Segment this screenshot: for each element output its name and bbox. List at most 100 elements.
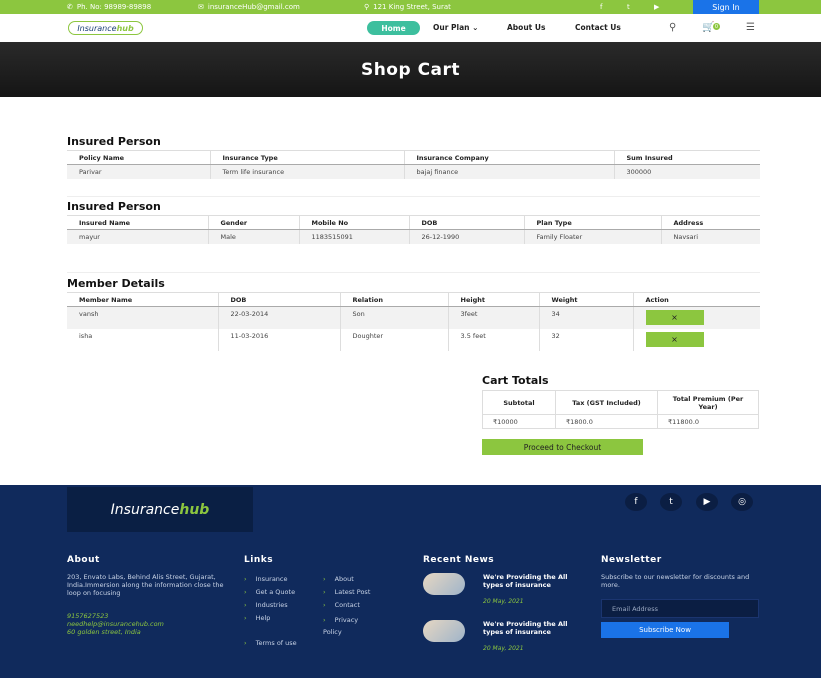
- footer-link-label: Privacy Policy: [323, 616, 359, 636]
- news-item-title[interactable]: We're Providing the All types of insuran…: [483, 573, 583, 589]
- table-header-row: Policy Name Insurance Type Insurance Com…: [67, 150, 760, 165]
- proceed-to-checkout-button[interactable]: Proceed to Checkout: [482, 439, 643, 455]
- table-row: ₹10000 ₹1800.0 ₹11800.0: [482, 414, 759, 429]
- footer-link-help[interactable]: › Help: [244, 614, 270, 622]
- subscribe-button[interactable]: Subscribe Now: [601, 622, 729, 638]
- phone-icon: ✆: [67, 3, 73, 11]
- address-info: ⚲ 121 King Street, Surat: [364, 3, 451, 11]
- arrow-icon: ›: [323, 588, 326, 596]
- nav-home[interactable]: Home: [367, 21, 420, 35]
- email-text: insuranceHub@gmail.com: [207, 3, 300, 11]
- phone-text: Ph. No: 98989-89898: [76, 3, 152, 11]
- sign-in-button[interactable]: Sign In: [693, 0, 759, 14]
- person-section-title: Insured Person: [67, 200, 161, 213]
- table-header: Weight: [539, 292, 634, 307]
- cart-totals-table: Subtotal Tax (GST Included) Total Premiu…: [482, 390, 759, 429]
- footer-link-contact[interactable]: › Contact: [323, 601, 360, 609]
- menu-icon[interactable]: ☰: [746, 22, 755, 33]
- footer-link-label: Terms of use: [255, 639, 297, 647]
- footer-link-insurance[interactable]: › Insurance: [244, 575, 288, 583]
- news-thumbnail[interactable]: [423, 573, 465, 595]
- table-header: Plan Type: [524, 215, 662, 230]
- table-cell: 22-03-2014: [218, 306, 341, 329]
- table-header: Gender: [208, 215, 300, 230]
- email-info: ✉ insuranceHub@gmail.com: [198, 3, 300, 11]
- nav-about[interactable]: About Us: [507, 23, 545, 32]
- cart-count-badge: 0: [713, 23, 720, 30]
- table-header: Subtotal: [482, 390, 556, 415]
- search-icon[interactable]: ⚲: [669, 22, 676, 33]
- footer-address: 60 golden street, India: [67, 628, 141, 636]
- footer-phone[interactable]: 9157627523: [67, 612, 108, 620]
- table-header-row: Member Name DOB Relation Height Weight A…: [67, 292, 760, 307]
- footer-link-about[interactable]: › About: [323, 575, 354, 583]
- table-cell: Parivar: [67, 164, 211, 179]
- footer-link-label: Help: [255, 614, 271, 622]
- news-item-title[interactable]: We're Providing the All types of insuran…: [483, 620, 583, 636]
- nav-our-plan[interactable]: Our Plan ⌄: [433, 23, 478, 32]
- arrow-icon: ›: [244, 614, 247, 622]
- address-text: 121 King Street, Surat: [373, 3, 451, 11]
- news-thumbnail[interactable]: [423, 620, 465, 642]
- remove-member-button[interactable]: ×: [645, 310, 704, 326]
- page-banner: Shop Cart: [0, 42, 821, 97]
- policy-table: Policy Name Insurance Type Insurance Com…: [67, 150, 760, 179]
- table-header: DOB: [409, 215, 525, 230]
- footer-link-label: Latest Post: [334, 588, 371, 596]
- arrow-icon: ›: [323, 575, 326, 583]
- table-header: Insurance Type: [210, 150, 405, 165]
- footer-link-label: About: [334, 575, 354, 583]
- footer-logo[interactable]: Insurance hub: [67, 487, 253, 532]
- twitter-icon[interactable]: t: [660, 493, 682, 511]
- logo-text: Insurance: [77, 23, 117, 33]
- footer-link-quote[interactable]: › Get a Quote: [244, 588, 295, 596]
- chevron-down-icon: ⌄: [472, 23, 479, 32]
- table-header-row: Insured Name Gender Mobile No DOB Plan T…: [67, 215, 760, 230]
- footer-about-title: About: [67, 555, 100, 565]
- top-bar: ✆ Ph. No: 98989-89898 ✉ insuranceHub@gmail…: [0, 0, 821, 14]
- news-item-date: 20 May, 2021: [483, 598, 524, 605]
- table-cell: Doughter: [340, 328, 449, 351]
- table-header: Action: [633, 292, 760, 307]
- facebook-icon[interactable]: f: [600, 3, 602, 11]
- table-header: Address: [661, 215, 760, 230]
- total-premium-value: ₹11800.0: [657, 414, 759, 429]
- cart-totals-title: Cart Totals: [482, 374, 549, 387]
- table-cell: 3feet: [448, 306, 540, 329]
- footer-email[interactable]: needhelp@insurancehub.com: [67, 620, 164, 628]
- table-cell: vansh: [67, 306, 219, 329]
- table-cell: 300000: [614, 164, 760, 179]
- footer-link-terms[interactable]: › Terms of use: [244, 639, 297, 647]
- footer-link-label: Insurance: [255, 575, 288, 583]
- phone-info: ✆ Ph. No: 98989-89898: [67, 3, 151, 11]
- youtube-icon[interactable]: ▶: [696, 493, 718, 511]
- table-cell: 34: [539, 306, 634, 329]
- table-cell: Male: [208, 229, 300, 244]
- table-header: Total Premium (Per Year): [657, 390, 759, 415]
- facebook-icon[interactable]: f: [625, 493, 647, 511]
- footer-link-industries[interactable]: › Industries: [244, 601, 288, 609]
- table-header: Insured Name: [67, 215, 209, 230]
- footer-link-privacy[interactable]: › Privacy Policy: [323, 614, 368, 638]
- remove-member-button[interactable]: ×: [645, 332, 704, 347]
- table-row: Parivar Term life insurance bajaj financ…: [67, 164, 760, 179]
- newsletter-email-input[interactable]: Email Address: [601, 599, 759, 618]
- location-icon: ⚲: [364, 3, 370, 11]
- table-row: mayur Male 1183515091 26-12-1990 Family …: [67, 229, 760, 244]
- table-row: vansh 22-03-2014 Son 3feet 34 ×: [67, 306, 760, 329]
- divider: [67, 272, 760, 273]
- footer-logo-accent: hub: [179, 501, 210, 518]
- table-cell: Son: [340, 306, 449, 329]
- news-item-date: 20 May, 2021: [483, 645, 524, 652]
- nav-contact[interactable]: Contact Us: [575, 23, 621, 32]
- youtube-icon[interactable]: ▶: [654, 3, 659, 11]
- instagram-icon[interactable]: ◎: [731, 493, 753, 511]
- table-cell: ×: [633, 306, 760, 329]
- arrow-icon: ›: [323, 616, 326, 624]
- twitter-icon[interactable]: t: [627, 3, 630, 11]
- footer-link-latest-post[interactable]: › Latest Post: [323, 588, 370, 596]
- logo[interactable]: Insurance hub: [68, 21, 143, 35]
- footer-link-label: Get a Quote: [255, 588, 296, 596]
- table-cell: ×: [633, 328, 760, 351]
- table-cell: 11-03-2016: [218, 328, 341, 351]
